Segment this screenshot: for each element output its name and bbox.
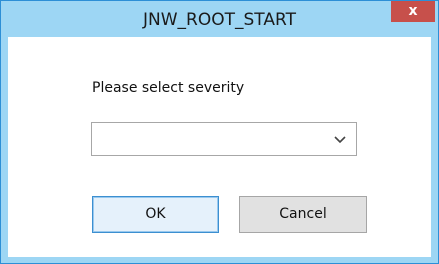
- cancel-button[interactable]: Cancel: [239, 196, 367, 233]
- chevron-down-icon[interactable]: [334, 134, 346, 144]
- ok-button[interactable]: OK: [92, 196, 219, 233]
- title-bar[interactable]: JNW_ROOT_START x: [1, 1, 438, 37]
- dialog-window: JNW_ROOT_START x Please select severity …: [0, 0, 439, 264]
- close-icon: x: [408, 3, 418, 19]
- severity-prompt-label: Please select severity: [92, 80, 245, 96]
- dialog-body: Please select severity OK Cancel: [8, 37, 431, 257]
- window-title: JNW_ROOT_START: [143, 10, 296, 30]
- close-button[interactable]: x: [391, 1, 435, 22]
- severity-select[interactable]: [91, 122, 357, 156]
